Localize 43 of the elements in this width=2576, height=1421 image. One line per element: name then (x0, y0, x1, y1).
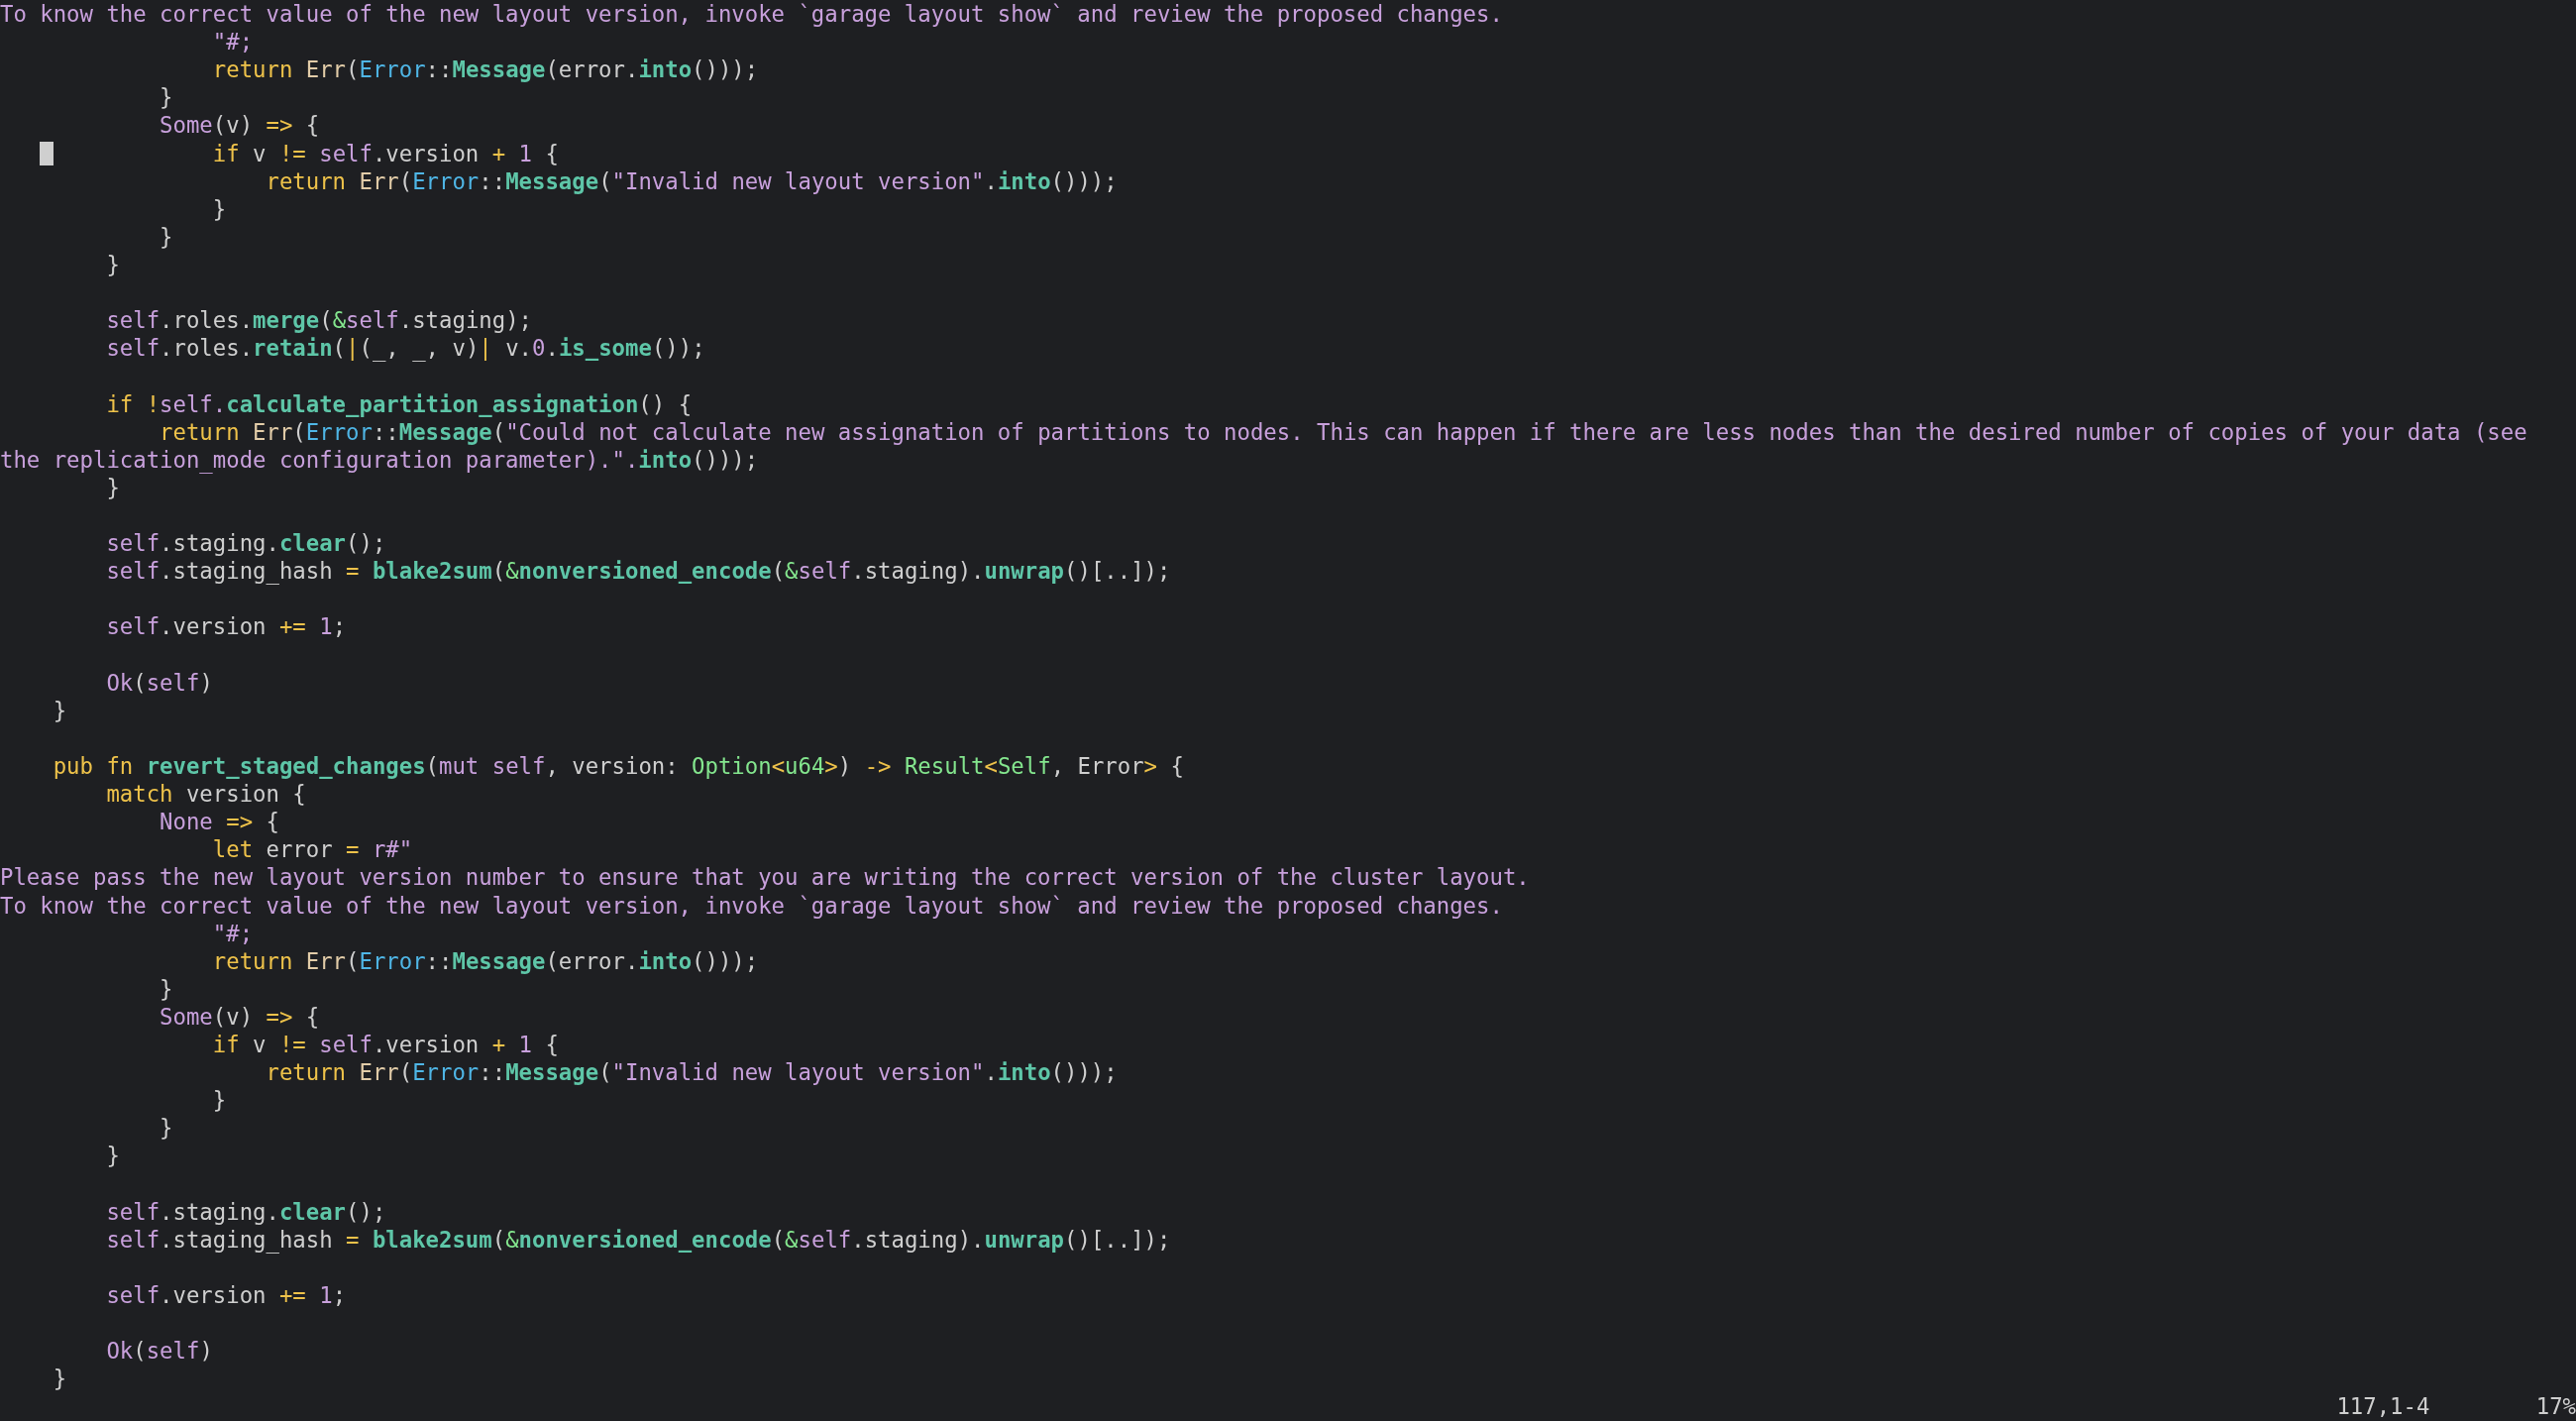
code-line: To know the correct value of the new layout version, invoke `garage layout show` and review the proposed changes. (0, 0, 1503, 29)
code-line: } (159, 974, 173, 1003)
code-line: self.staging.clear(); (105, 1197, 386, 1226)
code-line: self.version += 1; (105, 612, 347, 641)
code-line: match version { (105, 780, 306, 809)
cursor-position: 117,1-4 (2336, 1392, 2431, 1421)
code-line: } (159, 1114, 173, 1143)
code-line: } (159, 83, 173, 112)
code-line: self.roles.merge(&self.staging); (105, 306, 532, 335)
code-line: if v != self.version + 1 { (211, 1031, 559, 1059)
code-line: } (105, 474, 120, 501)
code-line: self.staging_hash = blake2sum(&nonversioned_encode(&self.staging).unwrap()[..]); (105, 557, 1171, 586)
code-line: } (211, 194, 227, 223)
code-line: Please pass the new layout version number to ensure that you are writing the correct version of the cluster layout. (0, 863, 1530, 892)
scroll-percent: 17% (2534, 1392, 2576, 1421)
code-line: let error = r#" (211, 835, 413, 864)
code-line: } (211, 1086, 227, 1115)
code-line: None => { (159, 808, 279, 836)
code-line: Some(v) => { (159, 1002, 320, 1032)
code-line: return Err(Error::Message("Invalid new layout version".into())); (265, 166, 1118, 195)
code-line: self.staging.clear(); (105, 529, 386, 558)
code-line: "#; (211, 919, 254, 947)
code-line: self.roles.retain(|(_, _, v)| v.0.is_some()); (105, 334, 705, 363)
code-line: } (159, 222, 173, 251)
code-line: return Err(Error::Message(error.into())); (211, 55, 759, 84)
code-line: self.version += 1; (105, 1281, 347, 1310)
code-line: Ok(self) (105, 668, 213, 697)
code-line: Ok(self) (105, 1337, 213, 1366)
code-line: } (105, 251, 120, 279)
code-line: if v != self.version + 1 { (211, 139, 559, 167)
code-line: } (52, 696, 67, 724)
code-line: return Err(Error::Message("Invalid new layout version".into())); (265, 1058, 1118, 1087)
code-line: return Err(Error::Message(error.into())); (211, 946, 759, 975)
code-line: the replication_mode configuration parameter).".into())); (0, 445, 759, 474)
code-line: "#; (211, 28, 254, 56)
code-line: } (105, 1142, 120, 1170)
code-line: To know the correct value of the new layout version, invoke `garage layout show` and review the proposed changes. (0, 891, 1503, 920)
code-line: if !self.calculate_partition_assignation() { (105, 389, 693, 418)
code-line: return Err(Error::Message("Could not calculate new assignation of partitions to nodes. This can happen if there are less nodes than the desired number of copies of your data (see (159, 417, 2527, 446)
code-line: Some(v) => { (159, 111, 320, 140)
code-line: } (52, 1365, 67, 1393)
code-line: pub fn revert_staged_changes(mut self, version: Option<u64>) -> Result<Self, Error> { (52, 751, 1184, 781)
code-line: self.staging_hash = blake2sum(&nonversioned_encode(&self.staging).unwrap()[..]); (105, 1225, 1171, 1254)
